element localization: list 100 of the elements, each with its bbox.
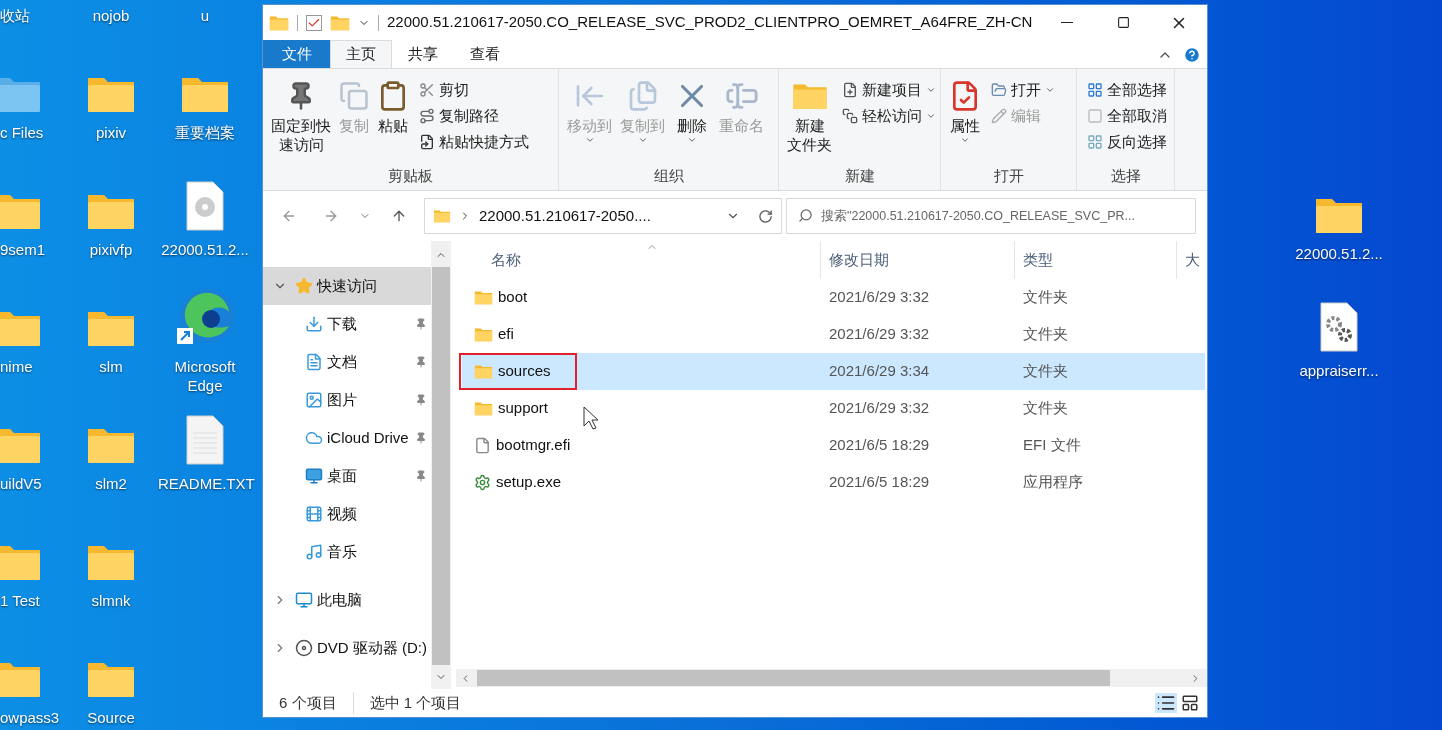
file-type: 文件夹: [1022, 398, 1068, 419]
ribbon-button[interactable]: 新建项目: [840, 77, 938, 103]
ribbon-button[interactable]: 固定到快 速访问: [267, 72, 335, 154]
file-type: 文件夹: [1022, 287, 1068, 308]
navigation-item[interactable]: 文档: [263, 343, 431, 381]
folder-icon: [433, 209, 451, 223]
status-text: 选中 1 个项目: [352, 691, 478, 715]
navigation-item[interactable]: 此电脑: [263, 581, 431, 619]
grid-icon: [1087, 82, 1103, 98]
ribbon-tab[interactable]: 共享: [392, 40, 454, 68]
desktop-icon-label[interactable]: slmnk: [64, 591, 158, 610]
file-name: bootmgr.efi: [496, 435, 571, 456]
navigation-item[interactable]: 快速访问: [263, 267, 431, 305]
desktop-icon-label[interactable]: 22000.51.2...: [158, 240, 252, 259]
column-header[interactable]: 名称: [456, 241, 821, 279]
new-folder-icon: [791, 81, 828, 111]
access-icon: [842, 108, 858, 124]
desktop-icon-label[interactable]: appraiserr...: [1292, 361, 1386, 380]
desktop-icon: [305, 467, 323, 485]
downloads-icon: [305, 315, 323, 333]
tiles-view-icon[interactable]: [1181, 694, 1199, 712]
desktop-icon-label[interactable]: u: [158, 6, 252, 25]
ribbon-button[interactable]: 粘贴快捷方式: [417, 129, 531, 155]
help-icon[interactable]: [1183, 46, 1201, 64]
horizontal-scrollbar[interactable]: [456, 669, 1207, 687]
ribbon-group-label: 新建: [844, 166, 875, 186]
ribbon-button[interactable]: 轻松访问: [840, 103, 938, 129]
navigation-item[interactable]: 音乐: [263, 533, 431, 571]
desktop-icon-label[interactable]: Source: [64, 708, 158, 727]
navigation-item[interactable]: 下载: [263, 305, 431, 343]
scissors-icon: [419, 82, 435, 98]
desktop-icon-label[interactable]: nojob: [64, 6, 158, 25]
vertical-scrollbar[interactable]: [431, 241, 451, 689]
desktop-icon-label[interactable]: slm2: [64, 474, 158, 493]
navigation-item[interactable]: 图片: [263, 381, 431, 419]
navigation-item[interactable]: 视频: [263, 495, 431, 533]
column-header[interactable]: 类型: [1015, 241, 1177, 279]
file-row[interactable]: sources 2021/6/29 3:34 文件夹: [462, 353, 1205, 390]
file-row[interactable]: boot 2021/6/29 3:32 文件夹: [462, 279, 1205, 316]
properties-check-icon[interactable]: [306, 14, 322, 31]
maximize-icon: [1116, 16, 1130, 29]
file-row[interactable]: efi 2021/6/29 3:32 文件夹: [462, 316, 1205, 353]
file-icon: [474, 437, 491, 454]
back-arrow-icon[interactable]: [281, 208, 297, 224]
status-text: 6 个项目: [278, 692, 338, 713]
caret-icon: [687, 135, 697, 145]
pin-icon: [415, 356, 427, 368]
file-tab[interactable]: 文件: [263, 40, 330, 68]
navigation-item[interactable]: 桌面: [263, 457, 431, 495]
file-name: setup.exe: [496, 472, 562, 493]
pin-icon: [415, 470, 427, 482]
pin-icon: [415, 432, 427, 444]
computer-icon: [295, 591, 313, 609]
ribbon-button[interactable]: 删除: [669, 72, 715, 145]
address-bar[interactable]: 22000.51.210617-2050....: [424, 198, 782, 234]
ribbon-button[interactable]: 新建 文件夹: [783, 72, 836, 154]
column-header[interactable]: 修改日期: [821, 241, 1015, 279]
forward-arrow-icon[interactable]: [323, 208, 339, 224]
ribbon-button[interactable]: 复制路径: [417, 103, 531, 129]
search-field[interactable]: 搜索"22000.51.210617-2050.CO_RELEASE_SVC_PR...: [786, 198, 1196, 234]
file-row[interactable]: setup.exe 2021/6/5 18:29 应用程序: [462, 464, 1205, 501]
folder-icon: [474, 401, 493, 416]
file-row[interactable]: support 2021/6/29 3:32 文件夹: [462, 390, 1205, 427]
address-path: 22000.51.210617-2050....: [479, 205, 652, 226]
ribbon-tab[interactable]: 主页: [330, 40, 392, 68]
file-type: EFI 文件: [1022, 435, 1081, 456]
desktop-icon-label[interactable]: 重要档案: [158, 123, 252, 142]
file-date: 2021/6/29 3:34: [828, 361, 931, 382]
caret-icon: [926, 85, 936, 95]
quick-access-icon: [295, 277, 313, 295]
text-file-icon: [185, 415, 225, 465]
ribbon-button[interactable]: 剪切: [417, 77, 531, 103]
ribbon-button[interactable]: 打开: [989, 77, 1057, 103]
desktop-icon-label[interactable]: 22000.51.2...: [1292, 244, 1386, 263]
details-view-icon[interactable]: [1155, 693, 1177, 713]
file-name: support: [498, 398, 549, 419]
file-date: 2021/6/29 3:32: [828, 287, 931, 308]
file-row[interactable]: bootmgr.efi 2021/6/5 18:29 EFI 文件: [462, 427, 1205, 464]
program-icon: [474, 474, 491, 491]
ribbon-button[interactable]: 全部取消: [1085, 103, 1169, 129]
navigation-item[interactable]: iCloud Drive: [263, 419, 431, 457]
ribbon-button[interactable]: 属性: [945, 72, 985, 145]
column-header[interactable]: 大: [1177, 241, 1207, 279]
ribbon-button[interactable]: 反向选择: [1085, 129, 1169, 155]
folder-icon: [474, 327, 493, 342]
desktop-icon-label[interactable]: pixivfp: [64, 240, 158, 259]
file-name: sources: [498, 361, 551, 382]
desktop-icon-label[interactable]: pixiv: [64, 123, 158, 142]
navigation-item[interactable]: DVD 驱动器 (D:): [263, 629, 431, 667]
dvd-icon: [295, 639, 313, 657]
refresh-icon[interactable]: [758, 208, 773, 224]
desktop-icon-label[interactable]: slm: [64, 357, 158, 376]
folder-icon: [330, 14, 350, 31]
desktop-icon-label[interactable]: Microsoft Edge: [158, 357, 252, 395]
ribbon-tab[interactable]: 查看: [454, 40, 516, 68]
ribbon-button[interactable]: 粘贴: [373, 72, 413, 135]
ribbon-group-label: 组织: [653, 166, 684, 186]
file-date: 2021/6/29 3:32: [828, 324, 931, 345]
ribbon-button[interactable]: 全部选择: [1085, 77, 1169, 103]
documents-icon: [305, 353, 323, 371]
